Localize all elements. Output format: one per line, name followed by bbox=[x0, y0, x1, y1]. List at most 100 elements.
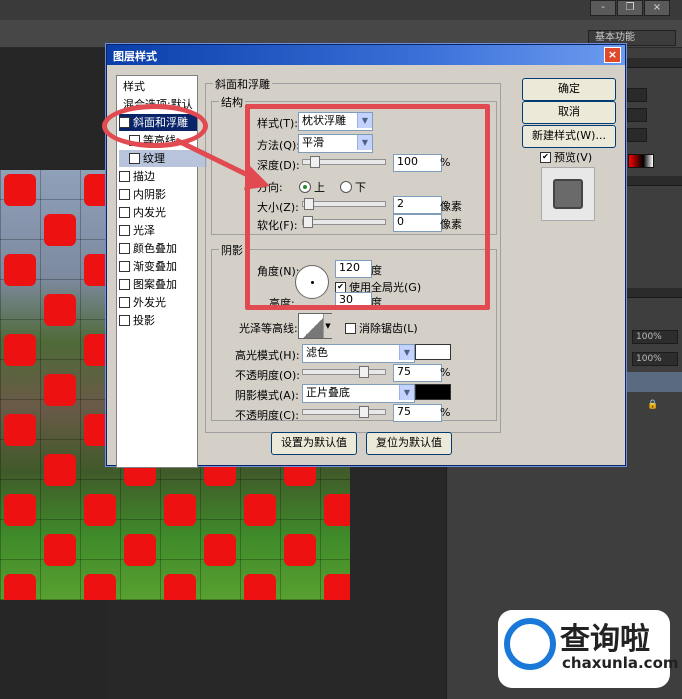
style-list-label: 颜色叠加 bbox=[133, 242, 177, 255]
style-list-item[interactable]: 渐变叠加 bbox=[119, 258, 197, 275]
puzzle-piece bbox=[324, 494, 350, 526]
style-list-label: 渐变叠加 bbox=[133, 260, 177, 273]
antialias-checkbox[interactable]: 消除锯齿(L) bbox=[345, 320, 418, 336]
arrow-head bbox=[244, 166, 270, 190]
checkbox-unchecked-icon[interactable] bbox=[119, 188, 130, 200]
style-list-label: 外发光 bbox=[133, 296, 166, 309]
shadow-color-swatch[interactable] bbox=[415, 384, 451, 400]
color-swatch[interactable] bbox=[628, 154, 654, 168]
close-app-button[interactable]: × bbox=[644, 0, 670, 16]
panel-field[interactable] bbox=[627, 128, 647, 142]
shadow-opacity-label: 不透明度(C): bbox=[235, 409, 299, 422]
highlight-box-annotation bbox=[245, 104, 490, 310]
highlight-opacity-input[interactable]: 75 bbox=[393, 364, 442, 382]
dialog-titlebar[interactable]: 图层样式 × bbox=[107, 45, 625, 65]
style-list-item[interactable]: 图案叠加 bbox=[119, 276, 197, 293]
shadow-opacity-input[interactable]: 75 bbox=[393, 404, 442, 422]
puzzle-piece bbox=[44, 534, 76, 566]
style-list-label: 描边 bbox=[133, 170, 155, 183]
gloss-contour-label: 光泽等高线: bbox=[239, 322, 298, 335]
style-list-item[interactable]: 颜色叠加 bbox=[119, 240, 197, 257]
ok-button[interactable]: 确定 bbox=[522, 78, 616, 101]
shading-title: 阴影 bbox=[219, 242, 245, 258]
puzzle-piece bbox=[164, 494, 196, 526]
style-list-label: 纹理 bbox=[143, 152, 165, 165]
checkbox-unchecked-icon[interactable] bbox=[119, 260, 130, 272]
highlight-opacity-slider[interactable] bbox=[302, 366, 386, 378]
puzzle-piece bbox=[4, 174, 36, 206]
preview-swatch bbox=[553, 179, 583, 209]
structure-title: 结构 bbox=[219, 94, 245, 110]
puzzle-piece bbox=[244, 494, 276, 526]
style-list-label: 光泽 bbox=[133, 224, 155, 237]
make-default-button[interactable]: 设置为默认值 bbox=[271, 432, 357, 455]
title-bar: - ❐ × bbox=[0, 0, 682, 20]
shadow-opacity-slider[interactable] bbox=[302, 406, 386, 418]
minimize-button[interactable]: - bbox=[590, 0, 616, 16]
search-logo-icon bbox=[504, 618, 556, 670]
watermark-url: chaxunla.com bbox=[562, 654, 679, 672]
style-list-label: 投影 bbox=[133, 314, 155, 327]
chevron-down-icon: ▼ bbox=[399, 345, 414, 360]
cancel-button[interactable]: 取消 bbox=[522, 101, 616, 124]
puzzle-piece bbox=[4, 574, 36, 600]
style-list-label: 样式 bbox=[123, 80, 145, 93]
chevron-down-icon: ▼ bbox=[323, 314, 332, 338]
puzzle-piece bbox=[44, 294, 76, 326]
puzzle-piece bbox=[44, 454, 76, 486]
style-list-item[interactable]: 投影 bbox=[119, 312, 197, 329]
shadow-mode-label: 阴影模式(A): bbox=[235, 389, 299, 402]
close-icon[interactable]: × bbox=[604, 47, 621, 63]
highlight-opacity-unit: % bbox=[440, 366, 451, 379]
shadow-opacity-unit: % bbox=[440, 406, 451, 419]
checkbox-unchecked-icon bbox=[345, 322, 356, 334]
checkbox-checked-icon: ✔ bbox=[540, 151, 551, 163]
checkbox-unchecked-icon[interactable] bbox=[119, 296, 130, 308]
checkbox-unchecked-icon[interactable] bbox=[119, 170, 130, 182]
checkbox-unchecked-icon[interactable] bbox=[119, 224, 130, 236]
style-list-label: 内发光 bbox=[133, 206, 166, 219]
puzzle-piece bbox=[284, 534, 316, 566]
puzzle-piece bbox=[164, 574, 196, 600]
checkbox-unchecked-icon[interactable] bbox=[119, 314, 130, 326]
puzzle-piece bbox=[324, 574, 350, 600]
checkbox-unchecked-icon[interactable] bbox=[119, 206, 130, 218]
style-list-item[interactable]: 样式 bbox=[119, 78, 201, 95]
shadow-mode-select[interactable]: 正片叠底 ▼ bbox=[302, 384, 415, 403]
puzzle-piece bbox=[84, 494, 116, 526]
new-style-button[interactable]: 新建样式(W)... bbox=[522, 125, 616, 148]
bevel-group-title: 斜面和浮雕 bbox=[213, 76, 272, 92]
checkbox-unchecked-icon[interactable] bbox=[119, 242, 130, 254]
highlight-mode-label: 高光模式(H): bbox=[235, 349, 300, 362]
restore-button[interactable]: ❐ bbox=[617, 0, 643, 16]
puzzle-piece bbox=[44, 214, 76, 246]
puzzle-piece bbox=[44, 374, 76, 406]
preview-checkbox[interactable]: ✔ 预览(V) bbox=[540, 149, 592, 165]
highlight-color-swatch[interactable] bbox=[415, 344, 451, 360]
highlight-opacity-thumb[interactable] bbox=[359, 366, 369, 378]
opacity-field[interactable]: 100% bbox=[632, 330, 678, 344]
panel-field[interactable] bbox=[627, 88, 647, 102]
chevron-down-icon: ▼ bbox=[399, 385, 414, 400]
shadow-opacity-thumb[interactable] bbox=[359, 406, 369, 418]
puzzle-piece bbox=[84, 574, 116, 600]
highlight-mode-select[interactable]: 滤色 ▼ bbox=[302, 344, 415, 363]
lock-icon[interactable]: 🔒 bbox=[647, 400, 658, 410]
checkbox-unchecked-icon[interactable] bbox=[119, 278, 130, 290]
fill-field[interactable]: 100% bbox=[632, 352, 678, 366]
arrow-annotation bbox=[174, 137, 270, 190]
puzzle-piece bbox=[4, 494, 36, 526]
puzzle-piece bbox=[4, 414, 36, 446]
watermark-name: 查询啦 bbox=[560, 622, 650, 657]
checkbox-unchecked-icon[interactable] bbox=[129, 152, 140, 164]
puzzle-piece bbox=[4, 334, 36, 366]
gloss-contour-picker[interactable]: ▼ bbox=[298, 313, 332, 339]
puzzle-piece bbox=[244, 574, 276, 600]
dialog-title: 图层样式 bbox=[113, 50, 157, 63]
reset-default-button[interactable]: 复位为默认值 bbox=[366, 432, 452, 455]
style-list-label: 内阴影 bbox=[133, 188, 166, 201]
puzzle-piece bbox=[124, 534, 156, 566]
panel-field[interactable] bbox=[627, 108, 647, 122]
style-list-item[interactable]: 外发光 bbox=[119, 294, 197, 311]
style-list-label: 图案叠加 bbox=[133, 278, 177, 291]
